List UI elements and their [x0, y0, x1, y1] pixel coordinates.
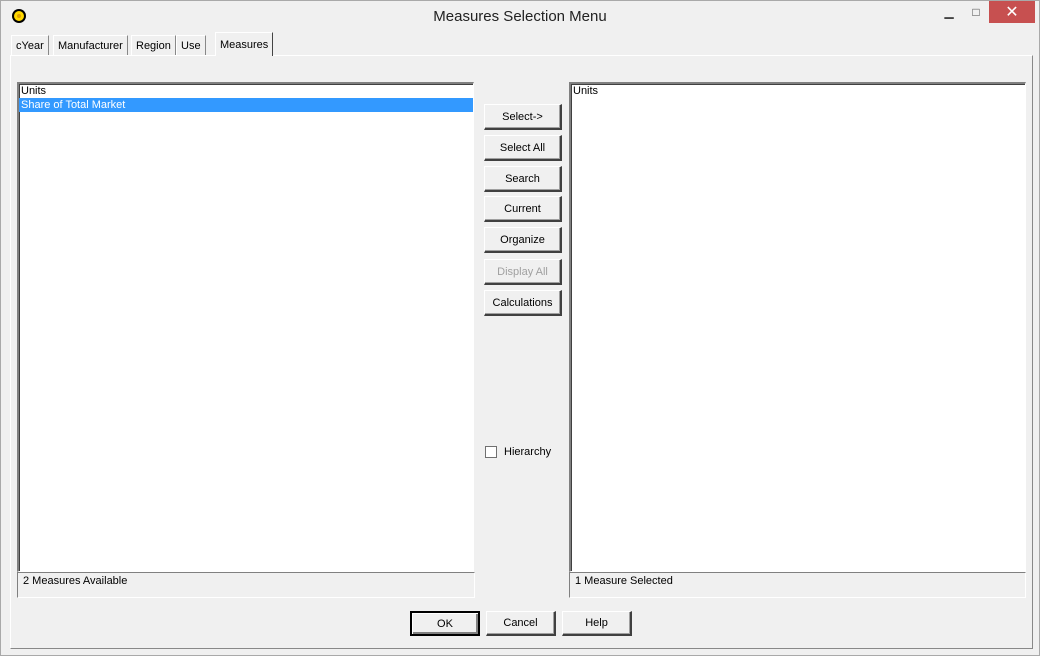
- organize-button[interactable]: Organize: [484, 227, 562, 253]
- measures-tab-panel: Units Share of Total Market 2 Measures A…: [10, 55, 1033, 649]
- close-button[interactable]: ✕: [989, 1, 1035, 23]
- dialog-client-area: cYear Manufacturer Region Use Measures U…: [9, 31, 1033, 649]
- minimize-button[interactable]: ▁: [935, 1, 963, 23]
- hierarchy-option[interactable]: Hierarchy: [485, 446, 551, 458]
- hierarchy-checkbox[interactable]: [485, 446, 497, 458]
- list-item[interactable]: Share of Total Market: [19, 98, 473, 112]
- available-status: 2 Measures Available: [17, 572, 475, 598]
- available-measures-list[interactable]: Units Share of Total Market: [17, 82, 474, 572]
- display-all-button[interactable]: Display All: [484, 259, 562, 285]
- selected-status: 1 Measure Selected: [569, 572, 1026, 598]
- calculations-button[interactable]: Calculations: [484, 290, 562, 316]
- measures-selection-window: Measures Selection Menu ▁ □ ✕ cYear Manu…: [0, 0, 1040, 656]
- ok-button[interactable]: OK: [410, 611, 480, 636]
- selected-measures-list[interactable]: Units: [569, 82, 1026, 572]
- cancel-button[interactable]: Cancel: [486, 611, 556, 636]
- maximize-button[interactable]: □: [963, 1, 989, 23]
- tab-strip: cYear Manufacturer Region Use Measures: [9, 31, 1033, 56]
- title-bar[interactable]: Measures Selection Menu ▁ □ ✕: [1, 1, 1039, 31]
- help-button[interactable]: Help: [562, 611, 632, 636]
- search-button[interactable]: Search: [484, 166, 562, 192]
- list-item[interactable]: Units: [571, 84, 1025, 98]
- tab-cyear[interactable]: cYear: [11, 35, 49, 55]
- select-button[interactable]: Select->: [484, 104, 562, 130]
- tab-region[interactable]: Region: [131, 35, 176, 55]
- select-all-button[interactable]: Select All: [484, 135, 562, 161]
- tab-use[interactable]: Use: [176, 35, 206, 55]
- window-title: Measures Selection Menu: [433, 8, 607, 25]
- hierarchy-label: Hierarchy: [504, 446, 552, 458]
- list-item[interactable]: Units: [19, 84, 473, 98]
- current-button[interactable]: Current: [484, 196, 562, 222]
- tab-manufacturer[interactable]: Manufacturer: [53, 35, 128, 55]
- tab-measures[interactable]: Measures: [215, 32, 274, 56]
